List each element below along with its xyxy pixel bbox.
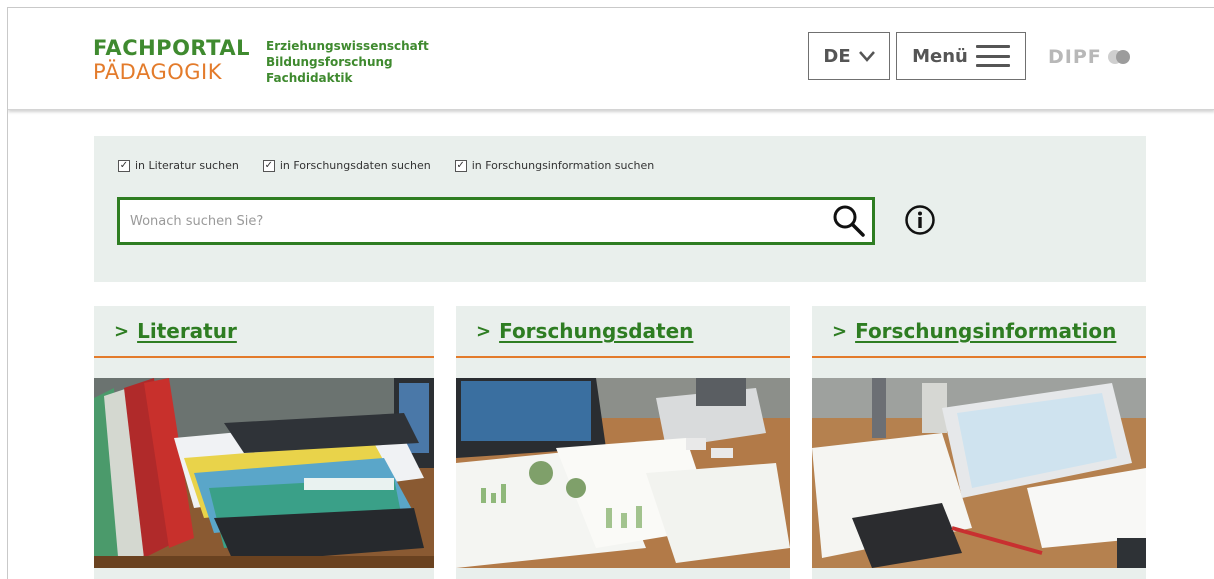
book-stack-photo[interactable]: [94, 378, 434, 568]
scope-forschungsdaten-checkbox[interactable]: ✓ in Forschungsdaten suchen: [262, 159, 431, 172]
checkbox-checked-icon: ✓: [262, 159, 275, 172]
chevron-right-icon: >: [476, 320, 492, 342]
scope-forschungsdaten-label: in Forschungsdaten suchen: [279, 159, 431, 172]
dipf-logo-mark-icon: [1107, 49, 1132, 65]
card-literatur-heading: > Literatur: [94, 306, 434, 358]
logo-sub-bildungsforschung: Bildungsforschung: [266, 55, 393, 69]
laptop-charts-photo[interactable]: [456, 378, 790, 568]
browser-viewport: FACHPORTAL PÄDAGOGIK Erziehungswissensch…: [7, 7, 1214, 579]
scope-literatur-checkbox[interactable]: ✓ in Literatur suchen: [118, 159, 239, 172]
card-literatur[interactable]: > Literatur: [94, 306, 434, 579]
site-header: FACHPORTAL PÄDAGOGIK Erziehungswissensch…: [8, 8, 1214, 110]
search-input[interactable]: [120, 200, 820, 242]
logo-fachportal: FACHPORTAL: [93, 36, 250, 60]
language-label: DE: [823, 45, 851, 67]
chevron-right-icon: >: [114, 320, 130, 342]
hamburger-icon: [975, 45, 1010, 67]
logo-sub-fachdidaktik: Fachdidaktik: [266, 71, 353, 85]
chevron-right-icon: >: [832, 320, 848, 342]
scope-forschungsinformation-checkbox[interactable]: ✓ in Forschungsinformation suchen: [454, 159, 655, 172]
info-circle-icon[interactable]: [904, 204, 936, 236]
search-panel: ✓ in Literatur suchen ✓ in Forschungsdat…: [94, 136, 1146, 282]
card-forschungsinformation-heading: > Forschungsinformation: [812, 306, 1146, 358]
card-forschungsdaten[interactable]: > Forschungsdaten: [456, 306, 790, 579]
search-scope-options: ✓ in Literatur suchen ✓ in Forschungsdat…: [118, 159, 654, 172]
scope-forschungsinformation-label: in Forschungsinformation suchen: [471, 159, 655, 172]
checkbox-checked-icon: ✓: [454, 159, 467, 172]
site-logo[interactable]: FACHPORTAL PÄDAGOGIK: [93, 36, 250, 84]
logo-sub-erziehungswissenschaft: Erziehungswissenschaft: [266, 39, 429, 53]
menu-label: Menü: [912, 45, 968, 67]
checkbox-checked-icon: ✓: [118, 159, 130, 172]
card-forschungsinformation[interactable]: > Forschungsinformation: [812, 306, 1146, 579]
magnifier-icon[interactable]: [832, 204, 866, 238]
language-select-button[interactable]: DE: [808, 32, 890, 80]
card-forschungsdaten-link[interactable]: Forschungsdaten: [499, 319, 693, 343]
dipf-logo-text: DIPF: [1048, 46, 1102, 68]
card-literatur-link[interactable]: Literatur: [137, 319, 237, 343]
search-field-box: [117, 197, 875, 245]
scope-literatur-label: in Literatur suchen: [135, 159, 239, 172]
menu-button[interactable]: Menü: [896, 32, 1026, 80]
card-forschungsinformation-link[interactable]: Forschungsinformation: [855, 319, 1116, 343]
tablet-documents-photo[interactable]: [812, 378, 1146, 568]
logo-paedagogik: PÄDAGOGIK: [93, 60, 223, 84]
card-forschungsdaten-heading: > Forschungsdaten: [456, 306, 790, 358]
dipf-logo[interactable]: DIPF: [1048, 46, 1132, 68]
chevron-down-icon: [858, 51, 875, 62]
logo-subtitle: Erziehungswissenschaft Bildungsforschung…: [266, 38, 429, 86]
